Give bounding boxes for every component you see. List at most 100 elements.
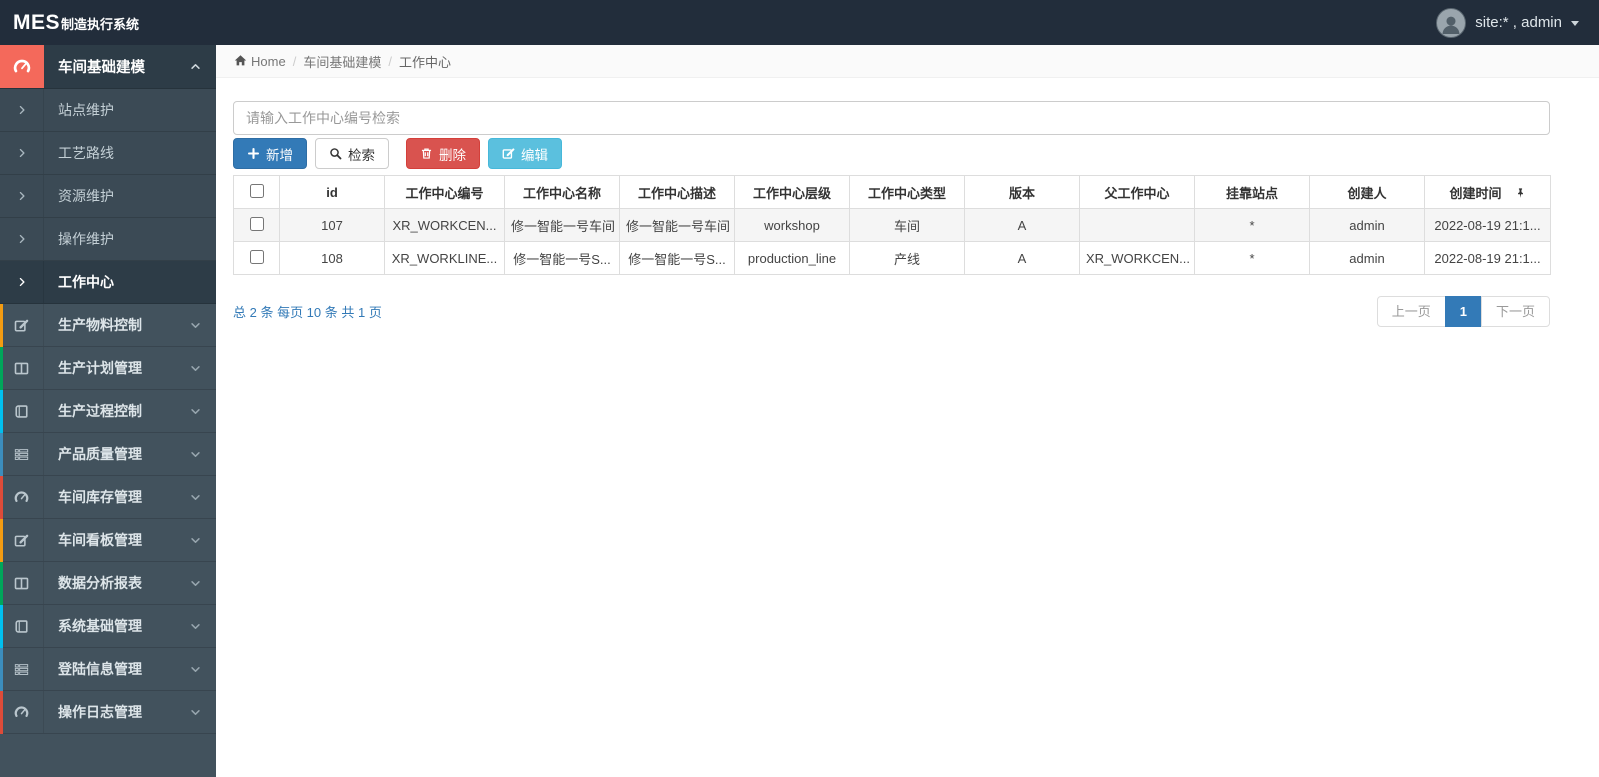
chevron-down-icon: [190, 535, 201, 546]
sidebar-item-workshop-kanban-management[interactable]: 车间看板管理: [0, 519, 216, 562]
chevron-right-icon: [0, 261, 44, 303]
row-checkbox-cell: [233, 208, 280, 242]
sidebar-item-resource-maintenance[interactable]: 资源维护: [0, 175, 216, 218]
top-navbar: MES 制造执行系统 site:* , admin: [0, 0, 1599, 45]
sidebar-item-label: 登陆信息管理: [58, 661, 142, 677]
search-button-label: 检索: [348, 147, 375, 163]
chevron-right-icon: [0, 89, 44, 131]
search-input[interactable]: [233, 101, 1550, 135]
sidebar-item-production-material-control[interactable]: 生产物料控制: [0, 304, 216, 347]
sidebar-item-workshop-basic-modeling[interactable]: 车间基础建模: [0, 45, 216, 89]
sidebar-item-label: 操作维护: [58, 231, 114, 247]
person-icon: [1439, 13, 1463, 37]
edit-icon: [0, 304, 44, 346]
chevron-right-icon: [0, 175, 44, 217]
sidebar-item-operation-log-management[interactable]: 操作日志管理: [0, 691, 216, 734]
sidebar-item-station-maintenance[interactable]: 站点维护: [0, 89, 216, 132]
cell-created-time: 2022-08-19 21:1...: [1424, 208, 1551, 242]
dashboard-icon: [0, 691, 44, 733]
trash-icon: [420, 147, 433, 160]
sidebar-item-label: 站点维护: [58, 102, 114, 118]
sidebar-item-label: 车间基础建模: [58, 60, 145, 76]
color-strip: [0, 605, 3, 648]
chevron-down-icon: [190, 621, 201, 632]
caret-down-icon: [1571, 21, 1579, 26]
header-checkbox-cell: [233, 175, 280, 209]
breadcrumb-home[interactable]: Home: [251, 54, 286, 69]
user-avatar: [1436, 7, 1467, 38]
table-header-row: id 工作中心编号 工作中心名称 工作中心描述 工作中心层级 工作中心类型 版本…: [233, 175, 1551, 209]
column-header: 工作中心层级: [734, 175, 850, 209]
cell-level: production_line: [734, 241, 850, 275]
next-page-button[interactable]: 下一页: [1480, 296, 1550, 327]
edit-button[interactable]: 编辑: [488, 138, 562, 169]
column-header: 工作中心类型: [849, 175, 965, 209]
cell-code: XR_WORKLINE...: [384, 241, 505, 275]
color-strip: [0, 648, 3, 691]
cell-created-time: 2022-08-19 21:1...: [1424, 241, 1551, 275]
row-checkbox[interactable]: [249, 216, 264, 231]
columns-icon: [0, 562, 44, 604]
color-strip: [0, 691, 3, 734]
sidebar-item-label: 资源维护: [58, 188, 114, 204]
sidebar-item-product-quality-management[interactable]: 产品质量管理: [0, 433, 216, 476]
color-strip: [0, 562, 3, 605]
add-button[interactable]: 新增: [233, 138, 307, 169]
chevron-right-icon: [0, 218, 44, 260]
column-header: 创建人: [1309, 175, 1425, 209]
sidebar-item-process-route[interactable]: 工艺路线: [0, 132, 216, 175]
color-strip: [0, 433, 3, 476]
delete-button[interactable]: 删除: [406, 138, 480, 169]
sidebar-item-label: 生产计划管理: [58, 360, 142, 376]
search-icon: [329, 147, 342, 160]
column-header: 工作中心编号: [384, 175, 505, 209]
plus-icon: [247, 147, 260, 160]
breadcrumb-section[interactable]: 车间基础建模: [303, 52, 381, 71]
sidebar-item-label: 车间看板管理: [58, 532, 142, 548]
work-center-table: id 工作中心编号 工作中心名称 工作中心描述 工作中心层级 工作中心类型 版本…: [233, 175, 1551, 275]
color-strip: [0, 390, 3, 433]
table-row[interactable]: 107 XR_WORKCEN... 修一智能一号车间 修一智能一号车间 work…: [233, 208, 1551, 242]
book-icon: [0, 390, 44, 432]
sidebar-item-label: 操作日志管理: [58, 704, 142, 720]
table-row[interactable]: 108 XR_WORKLINE... 修一智能一号S... 修一智能一号S...…: [233, 241, 1551, 275]
color-strip: [0, 519, 3, 562]
add-button-label: 新增: [266, 147, 293, 163]
sidebar-item-label: 产品质量管理: [58, 446, 142, 462]
cell-id: 108: [279, 241, 385, 275]
sidebar-item-data-analysis-reports[interactable]: 数据分析报表: [0, 562, 216, 605]
pagination-summary: 总 2 条 每页 10 条 共 1 页: [233, 305, 382, 320]
cell-station: *: [1194, 208, 1310, 242]
chevron-down-icon: [190, 492, 201, 503]
breadcrumb-separator: /: [388, 53, 392, 69]
sidebar-item-production-process-control[interactable]: 生产过程控制: [0, 390, 216, 433]
sidebar-item-login-info-management[interactable]: 登陆信息管理: [0, 648, 216, 691]
sidebar-item-work-center[interactable]: 工作中心: [0, 261, 216, 304]
user-menu[interactable]: site:* , admin: [1436, 7, 1599, 38]
app-logo: MES 制造执行系统: [0, 11, 216, 35]
prev-page-button[interactable]: 上一页: [1376, 296, 1446, 327]
color-strip: [0, 347, 3, 390]
column-header: 创建时间: [1424, 175, 1551, 209]
sidebar-item-workshop-inventory-management[interactable]: 车间库存管理: [0, 476, 216, 519]
pin-icon[interactable]: [1502, 186, 1526, 201]
chevron-down-icon: [190, 449, 201, 460]
sidebar-item-system-basic-management[interactable]: 系统基础管理: [0, 605, 216, 648]
sidebar-item-production-plan-management[interactable]: 生产计划管理: [0, 347, 216, 390]
sidebar-item-operation-maintenance[interactable]: 操作维护: [0, 218, 216, 261]
page-number-button[interactable]: 1: [1444, 296, 1482, 327]
cell-station: *: [1194, 241, 1310, 275]
color-strip: [0, 476, 3, 519]
row-checkbox[interactable]: [249, 249, 264, 264]
cell-id: 107: [279, 208, 385, 242]
pencil-square-icon: [502, 147, 515, 160]
column-header: 工作中心描述: [619, 175, 735, 209]
column-header-label: 创建时间: [1449, 185, 1502, 201]
chevron-down-icon: [190, 406, 201, 417]
logo-secondary-text: 制造执行系统: [61, 16, 140, 32]
search-button[interactable]: 检索: [315, 138, 389, 169]
select-all-checkbox[interactable]: [249, 183, 264, 198]
column-header: id: [279, 175, 385, 209]
breadcrumb-current: 工作中心: [398, 54, 451, 70]
chevron-down-icon: [190, 320, 201, 331]
